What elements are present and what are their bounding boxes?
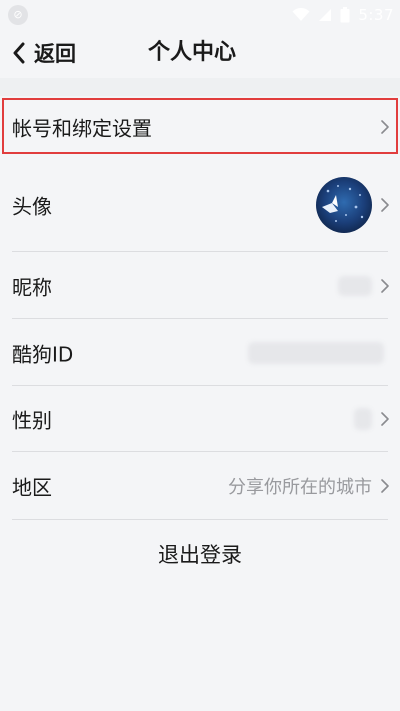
row-label: 地区 <box>12 475 52 500</box>
chevron-right-icon <box>381 278 389 293</box>
signal-icon <box>319 9 332 21</box>
logout-button[interactable]: 退出登录 <box>0 520 400 590</box>
chevron-left-icon <box>13 42 25 64</box>
settings-list: 帐号和绑定设置 头像 昵称 酷狗ID 性别 地区 分享你所在的城市 <box>0 96 400 520</box>
chevron-right-icon <box>381 120 389 134</box>
chevron-right-icon <box>381 198 389 212</box>
row-label: 性别 <box>12 408 52 433</box>
page-title: 个人中心 <box>148 40 237 65</box>
row-label: 头像 <box>12 194 52 219</box>
kugou-id-row[interactable]: 酷狗ID <box>0 319 400 386</box>
region-value: 分享你所在的城市 <box>228 477 372 498</box>
gender-value-blurred <box>354 408 372 430</box>
back-label: 返回 <box>34 42 76 66</box>
nickname-row[interactable]: 昵称 <box>0 252 400 319</box>
nickname-value-blurred <box>338 275 372 296</box>
wifi-icon <box>292 8 310 21</box>
avatar <box>316 177 372 233</box>
app-notification-icon: ⊘ <box>8 5 28 25</box>
row-label: 帐号和绑定设置 <box>12 116 152 141</box>
account-binding-settings-row[interactable]: 帐号和绑定设置 <box>0 96 400 158</box>
row-label: 昵称 <box>12 275 52 299</box>
gender-row[interactable]: 性别 <box>0 386 400 452</box>
row-label: 酷狗ID <box>12 342 74 366</box>
battery-icon <box>340 7 350 23</box>
status-bar: ⊘ 5:37 <box>0 0 400 30</box>
status-icons: 5:37 <box>292 6 394 24</box>
chevron-right-icon <box>381 479 389 493</box>
kugou-id-value-blurred <box>248 341 384 364</box>
chevron-right-icon <box>381 412 389 426</box>
region-row[interactable]: 地区 分享你所在的城市 <box>0 452 400 520</box>
avatar-row[interactable]: 头像 <box>0 158 400 252</box>
back-button[interactable]: 返回 <box>12 38 76 68</box>
nav-bar: 返回 个人中心 <box>0 30 400 76</box>
section-divider <box>0 78 400 96</box>
status-time: 5:37 <box>358 6 394 24</box>
